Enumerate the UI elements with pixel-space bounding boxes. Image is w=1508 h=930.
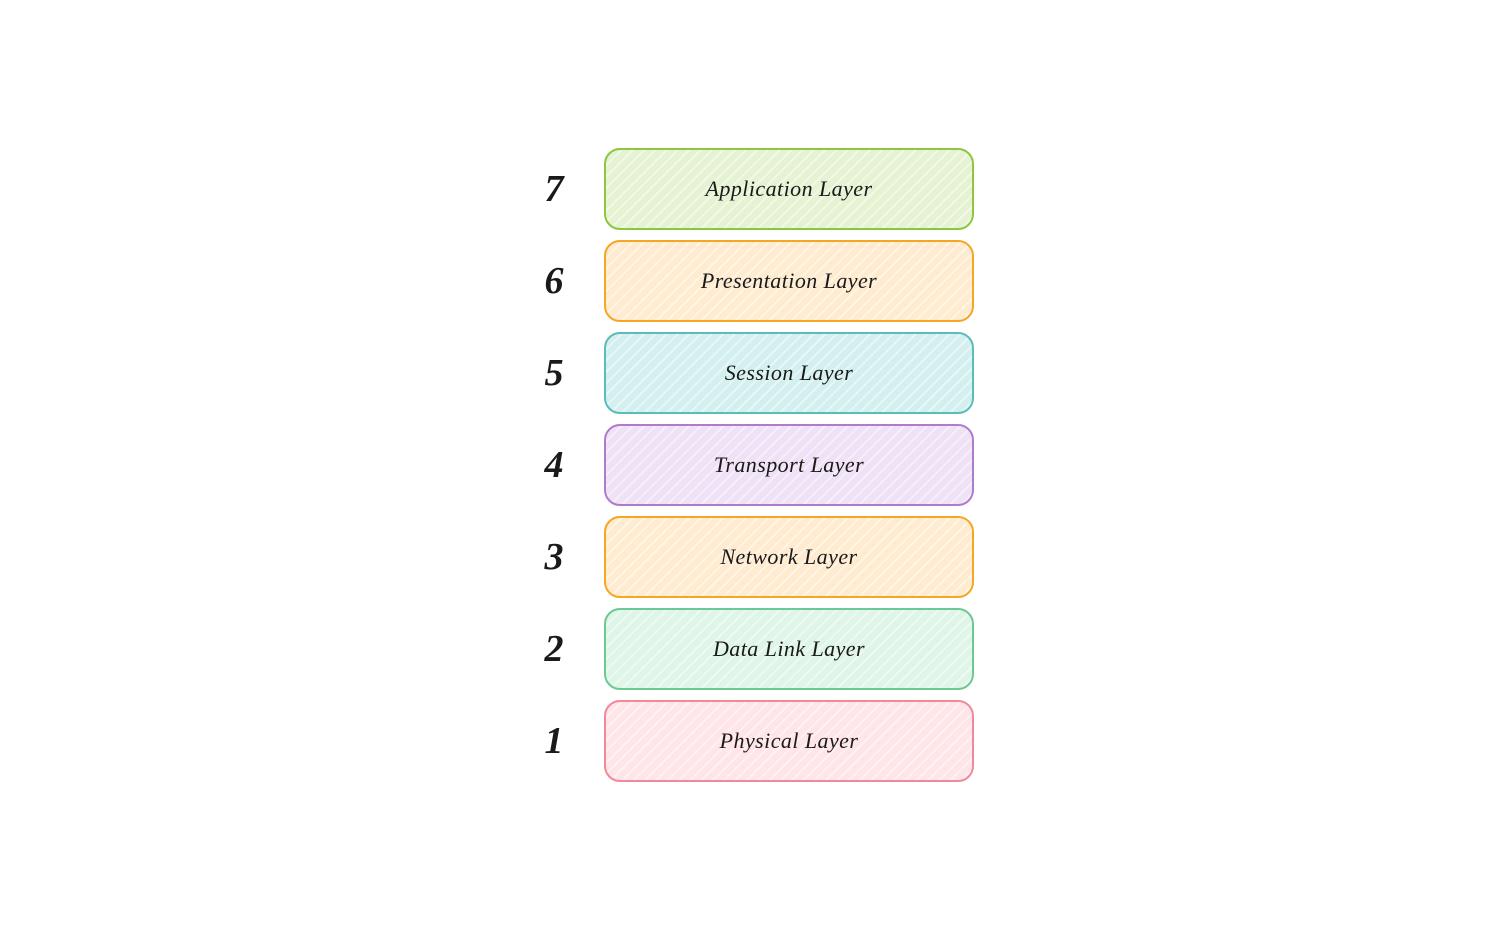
layer-box-application-layer: Application Layer [604, 148, 974, 230]
layer-row: 5 Session Layer [534, 332, 974, 414]
layer-row: 4 Transport Layer [534, 424, 974, 506]
layer-number: 6 [534, 259, 574, 303]
layer-label: Session Layer [725, 360, 854, 386]
layer-row: 3 Network Layer [534, 516, 974, 598]
layer-label: Transport Layer [714, 452, 864, 478]
layer-number: 7 [534, 167, 574, 211]
layer-box-physical-layer: Physical Layer [604, 700, 974, 782]
layer-box-data-link-layer: Data Link Layer [604, 608, 974, 690]
layer-label: Data Link Layer [713, 636, 865, 662]
layer-box-session-layer: Session Layer [604, 332, 974, 414]
layer-number: 5 [534, 351, 574, 395]
layer-row: 2 Data Link Layer [534, 608, 974, 690]
layer-label: Physical Layer [720, 728, 859, 754]
layer-number: 4 [534, 443, 574, 487]
layer-label: Application Layer [706, 176, 873, 202]
layer-number: 3 [534, 535, 574, 579]
layer-label: Presentation Layer [701, 268, 877, 294]
layer-row: 1 Physical Layer [534, 700, 974, 782]
layer-box-network-layer: Network Layer [604, 516, 974, 598]
layer-box-transport-layer: Transport Layer [604, 424, 974, 506]
layer-number: 1 [534, 719, 574, 763]
layer-row: 7 Application Layer [534, 148, 974, 230]
layer-row: 6 Presentation Layer [534, 240, 974, 322]
osi-diagram: 7 Application Layer 6 Presentation Layer 5 Se… [534, 148, 974, 782]
layer-label: Network Layer [720, 544, 857, 570]
layer-box-presentation-layer: Presentation Layer [604, 240, 974, 322]
layer-number: 2 [534, 627, 574, 671]
